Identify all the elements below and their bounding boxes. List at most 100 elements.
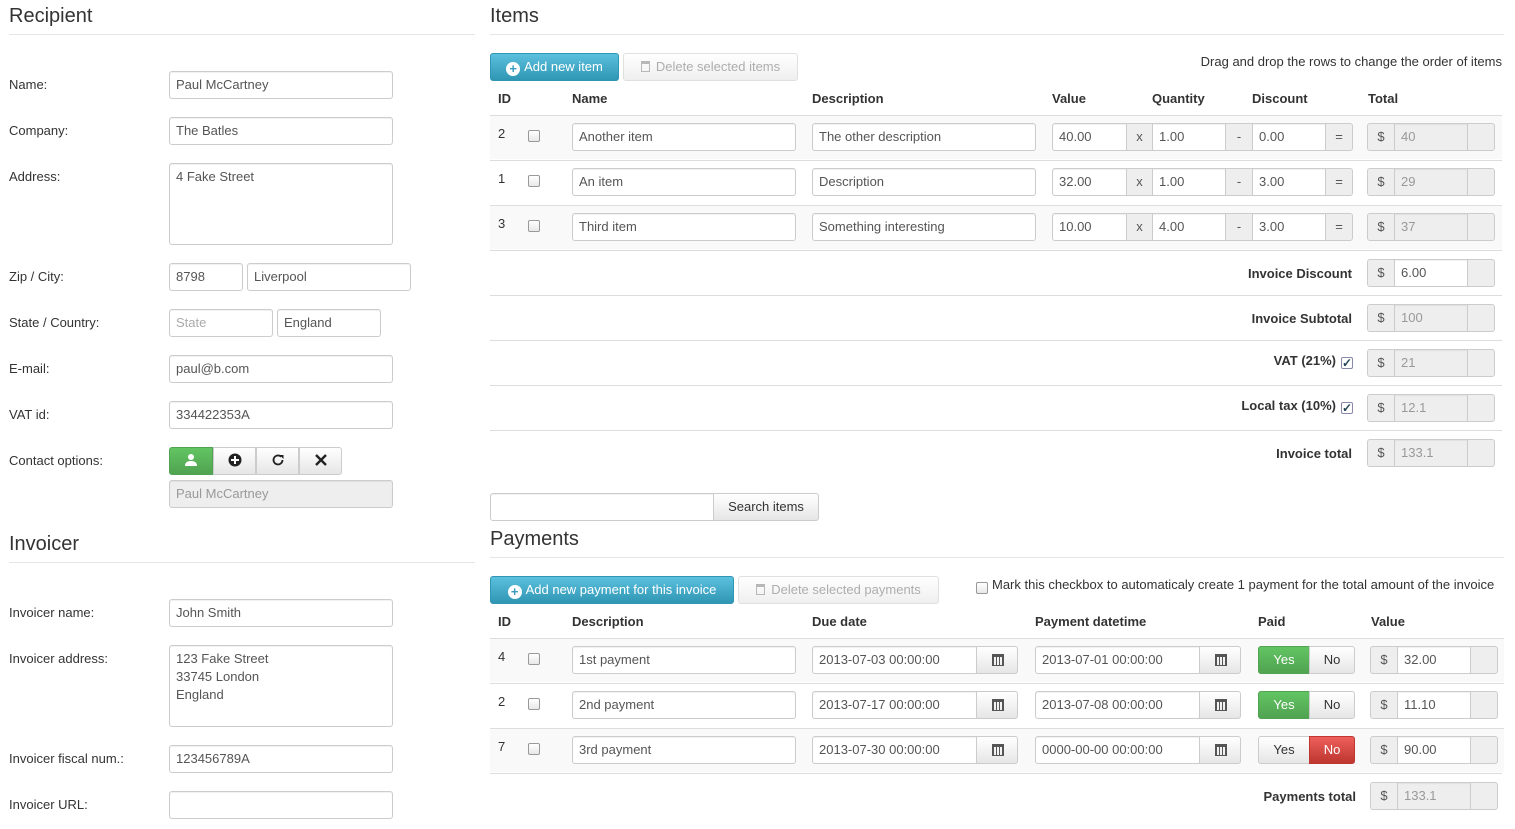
- col-discount: Discount: [1252, 91, 1308, 106]
- item-description-input[interactable]: Description: [812, 168, 1036, 196]
- due-date-input[interactable]: 2013-07-03 00:00:00: [812, 646, 977, 674]
- payment-datetime-picker-button[interactable]: [1199, 691, 1241, 719]
- row-divider: [490, 728, 1504, 729]
- state-country-label: State / Country:: [9, 315, 100, 330]
- invoicer-url-input[interactable]: [169, 791, 393, 819]
- item-select-checkbox[interactable]: [528, 220, 540, 232]
- payment-value-input[interactable]: 11.10: [1397, 691, 1471, 719]
- plus-circle-icon: +: [506, 62, 521, 76]
- item-quantity-input[interactable]: 1.00: [1152, 123, 1226, 151]
- paid-no-button[interactable]: No: [1309, 646, 1355, 674]
- contact-add-button[interactable]: [213, 447, 256, 475]
- city-input[interactable]: Liverpool: [247, 263, 411, 291]
- invoicer-name-input[interactable]: John Smith: [169, 599, 393, 627]
- payment-description-input[interactable]: 3rd payment: [572, 736, 796, 764]
- payment-select-checkbox[interactable]: [528, 653, 540, 665]
- divider: [9, 34, 475, 35]
- payment-datetime-input[interactable]: 0000-00-00 00:00:00: [1035, 736, 1200, 764]
- company-input[interactable]: The Batles: [169, 117, 393, 145]
- item-name-input[interactable]: Another item: [572, 123, 796, 151]
- payment-datetime-input[interactable]: 2013-07-08 00:00:00: [1035, 691, 1200, 719]
- contact-display: Paul McCartney: [169, 480, 393, 508]
- item-name-input[interactable]: Third item: [572, 213, 796, 241]
- delete-items-button[interactable]: Delete selected items: [623, 53, 798, 81]
- item-value-input[interactable]: 40.00: [1052, 123, 1127, 151]
- country-input[interactable]: England: [277, 309, 381, 337]
- item-quantity-input[interactable]: 1.00: [1152, 168, 1226, 196]
- add-payment-button[interactable]: + Add new payment for this invoice: [490, 576, 734, 604]
- payment-datetime-picker-button[interactable]: [1199, 736, 1241, 764]
- payment-id: 4: [498, 649, 506, 664]
- payment-description-input[interactable]: 2nd payment: [572, 691, 796, 719]
- search-items-button[interactable]: Search items: [713, 493, 819, 521]
- paid-no-button[interactable]: No: [1309, 736, 1355, 764]
- due-date-picker-button[interactable]: [976, 736, 1018, 764]
- currency-addon: $: [1367, 349, 1395, 377]
- paid-no-button[interactable]: No: [1309, 691, 1355, 719]
- item-select-checkbox[interactable]: [528, 175, 540, 187]
- paid-yes-button[interactable]: Yes: [1258, 646, 1310, 674]
- invoice-discount-input[interactable]: 6.00: [1394, 259, 1468, 287]
- due-date-picker-button[interactable]: [976, 691, 1018, 719]
- invoicer-fiscal-input[interactable]: 123456789A: [169, 745, 393, 773]
- local-tax-label: Local tax (10%): [1241, 398, 1336, 413]
- due-date-picker-button[interactable]: [976, 646, 1018, 674]
- vat-id-input[interactable]: 334422353A: [169, 401, 393, 429]
- invoicer-address-textarea[interactable]: 123 Fake Street 33745 London England: [169, 645, 393, 727]
- payment-select-checkbox[interactable]: [528, 698, 540, 710]
- currency-addon: $: [1370, 646, 1398, 674]
- item-quantity-input[interactable]: 4.00: [1152, 213, 1226, 241]
- contact-remove-button[interactable]: [299, 447, 342, 475]
- divider: [9, 562, 475, 563]
- auto-payment-checkbox[interactable]: [976, 582, 988, 594]
- paid-yes-button[interactable]: Yes: [1258, 736, 1310, 764]
- currency-addon: $: [1367, 304, 1395, 332]
- contact-refresh-button[interactable]: [256, 447, 299, 475]
- item-total-value: 40: [1394, 123, 1468, 151]
- due-date-input[interactable]: 2013-07-30 00:00:00: [812, 736, 977, 764]
- due-date-input[interactable]: 2013-07-17 00:00:00: [812, 691, 977, 719]
- calendar-icon: [1215, 654, 1227, 666]
- addon-end: [1467, 304, 1495, 332]
- item-discount-input[interactable]: 3.00: [1252, 168, 1326, 196]
- item-value-input[interactable]: 32.00: [1052, 168, 1127, 196]
- email-input[interactable]: paul@b.com: [169, 355, 393, 383]
- state-input[interactable]: State: [169, 309, 273, 337]
- row-divider: [490, 115, 1502, 116]
- calendar-icon: [1215, 699, 1227, 711]
- payments-total-label: Payments total: [1263, 789, 1356, 804]
- search-items-input[interactable]: [490, 493, 715, 521]
- invoice-discount-label: Invoice Discount: [1247, 266, 1352, 281]
- payment-datetime-input[interactable]: 2013-07-01 00:00:00: [1035, 646, 1200, 674]
- payment-select-checkbox[interactable]: [528, 743, 540, 755]
- calendar-icon: [992, 699, 1004, 711]
- item-discount-input[interactable]: 0.00: [1252, 123, 1326, 151]
- row-divider: [490, 160, 1502, 161]
- payment-description-input[interactable]: 1st payment: [572, 646, 796, 674]
- item-id: 2: [498, 126, 506, 141]
- payment-datetime-picker-button[interactable]: [1199, 646, 1241, 674]
- item-description-input[interactable]: The other description: [812, 123, 1036, 151]
- payment-value-input[interactable]: 90.00: [1397, 736, 1471, 764]
- item-name-input[interactable]: An item: [572, 168, 796, 196]
- item-select-checkbox[interactable]: [528, 130, 540, 142]
- zip-input[interactable]: 8798: [169, 263, 243, 291]
- name-input[interactable]: Paul McCartney: [169, 71, 393, 99]
- payments-title: Payments: [490, 528, 579, 550]
- item-value-input[interactable]: 10.00: [1052, 213, 1127, 241]
- currency-addon: $: [1370, 736, 1398, 764]
- delete-payments-button[interactable]: Delete selected payments: [738, 576, 939, 604]
- col-total: Total: [1368, 91, 1399, 106]
- paid-yes-button[interactable]: Yes: [1258, 691, 1310, 719]
- vat-checkbox[interactable]: ✓: [1341, 357, 1353, 369]
- item-description-input[interactable]: Something interesting: [812, 213, 1036, 241]
- item-discount-input[interactable]: 3.00: [1252, 213, 1326, 241]
- address-textarea[interactable]: 4 Fake Street: [169, 163, 393, 245]
- payment-value-input[interactable]: 32.00: [1397, 646, 1471, 674]
- calendar-icon: [992, 744, 1004, 756]
- contact-user-button[interactable]: [169, 447, 213, 475]
- local-tax-checkbox[interactable]: ✓: [1341, 402, 1353, 414]
- addon-end: [1467, 168, 1495, 196]
- add-item-button[interactable]: + Add new item: [490, 53, 619, 81]
- calendar-icon: [992, 654, 1004, 666]
